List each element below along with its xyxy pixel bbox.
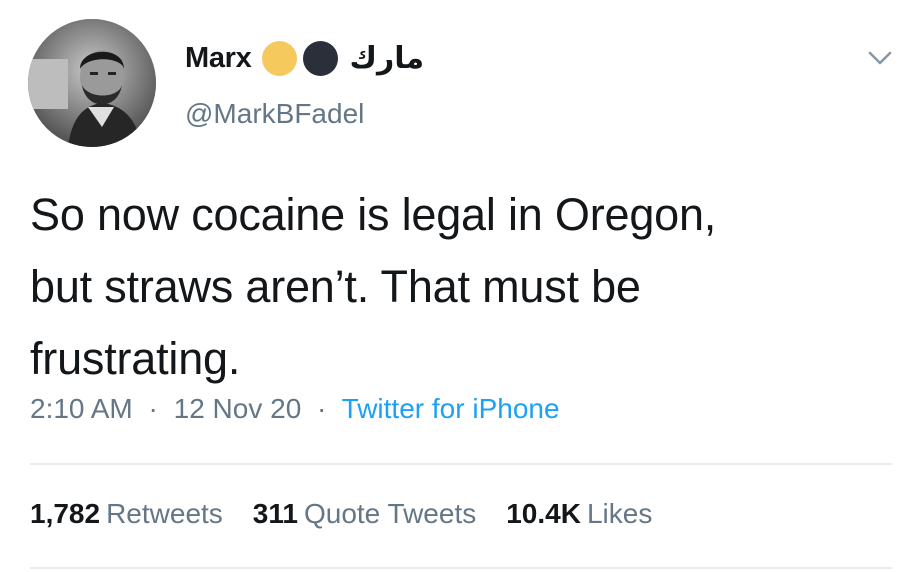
tweet-source-link[interactable]: Twitter for iPhone	[342, 393, 560, 424]
divider	[30, 463, 892, 465]
quote-tweets-label: Quote Tweets	[303, 498, 477, 529]
tweet-text: So now cocaine is legal in Oregon, but s…	[30, 179, 900, 395]
retweets-stat[interactable]: 1,782 Retweets	[30, 498, 223, 530]
avatar-photo-icon	[28, 19, 156, 147]
likes-stat[interactable]: 10.4K Likes	[506, 498, 652, 530]
yellow-circle-icon	[261, 40, 297, 76]
meta-separator: ·	[317, 393, 327, 424]
retweets-count: 1,782	[30, 498, 101, 529]
tweet-text-line: frustrating.	[30, 333, 241, 384]
tweet-stats: 1,782 Retweets 311 Quote Tweets 10.4K Likes	[30, 498, 682, 530]
tweet-text-line: but straws aren’t. That must be	[30, 261, 641, 312]
tweet-card: Marx مارك @MarkBFadel So now cocaine is …	[0, 0, 922, 572]
likes-label: Likes	[586, 498, 653, 529]
black-circle-icon	[302, 40, 338, 76]
quote-tweets-stat[interactable]: 311 Quote Tweets	[253, 498, 476, 530]
avatar[interactable]	[28, 19, 156, 147]
quote-tweets-count: 311	[252, 498, 298, 529]
retweets-label: Retweets	[106, 498, 223, 529]
tweet-text-line: So now cocaine is legal in Oregon,	[30, 189, 717, 240]
likes-count: 10.4K	[506, 498, 581, 529]
meta-separator: ·	[148, 393, 158, 424]
tweet-time[interactable]: 2:10 AM	[30, 393, 133, 424]
user-name-row[interactable]: Marx مارك	[185, 36, 424, 80]
divider	[30, 567, 892, 569]
arabic-name: مارك	[349, 40, 425, 76]
tweet-meta: 2:10 AM · 12 Nov 20 · Twitter for iPhone	[30, 393, 560, 425]
user-handle[interactable]: @MarkBFadel	[185, 98, 364, 130]
tweet-date[interactable]: 12 Nov 20	[174, 393, 302, 424]
display-name[interactable]: Marx	[185, 42, 252, 75]
chevron-down-icon[interactable]	[866, 44, 894, 72]
